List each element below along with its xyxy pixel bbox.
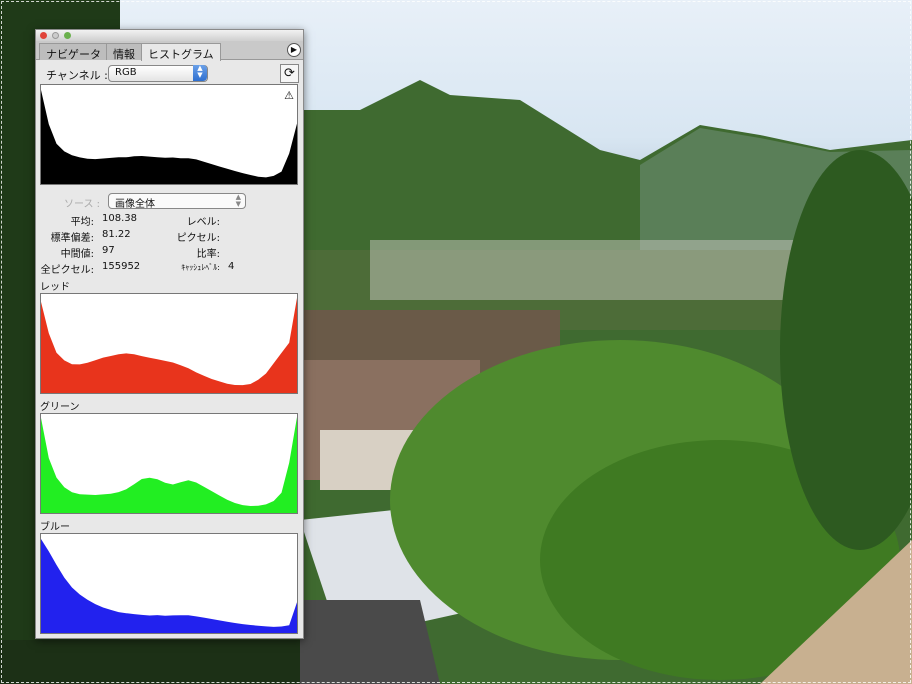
histogram-green-area xyxy=(41,417,297,513)
median-label: 中間値: xyxy=(60,249,94,260)
source-value: 画像全体 xyxy=(115,199,155,210)
tab-histogram[interactable]: ヒストグラム xyxy=(141,43,221,61)
refresh-icon: ⟳ xyxy=(284,66,295,81)
mean-label: 平均: xyxy=(70,217,94,228)
median-value: 97 xyxy=(102,245,115,256)
cache-warning-icon[interactable]: ⚠ xyxy=(284,89,294,102)
panel-menu-button[interactable]: ▶ xyxy=(287,43,301,57)
percentile-label: 比率: xyxy=(196,249,220,260)
channel-label: チャンネル : xyxy=(46,69,108,82)
histogram-red-area xyxy=(41,298,297,393)
green-label: グリーン xyxy=(40,402,80,413)
histogram-panel: ナビゲータ 情報 ヒストグラム ▶ チャンネル : RGB ▲ ▼ ⟳ ⚠ ソース… xyxy=(35,29,304,639)
red-label: レッド xyxy=(40,282,70,293)
histogram-red xyxy=(40,293,298,394)
histogram-rgb-chart xyxy=(41,90,297,184)
zoom-button[interactable] xyxy=(64,32,71,39)
source-label: ソース : xyxy=(64,199,101,210)
close-button[interactable] xyxy=(40,32,47,39)
panel-titlebar[interactable] xyxy=(36,30,303,41)
histogram-rgb-area xyxy=(41,90,297,184)
refresh-button[interactable]: ⟳ xyxy=(280,64,299,83)
tab-navigator[interactable]: ナビゲータ xyxy=(39,43,108,61)
minimize-button[interactable] xyxy=(52,32,59,39)
pixels-label: 全ピクセル: xyxy=(40,265,94,276)
histogram-green-chart xyxy=(41,417,297,513)
cache-level-value: 4 xyxy=(228,261,235,272)
panel-tabs: ナビゲータ 情報 ヒストグラム ▶ xyxy=(36,41,303,61)
histogram-green xyxy=(40,413,298,514)
level-label: レベル: xyxy=(186,217,220,228)
histogram-blue xyxy=(40,533,298,634)
std-label: 標準偏差: xyxy=(50,233,94,244)
std-value: 81.22 xyxy=(102,229,131,240)
histogram-red-chart xyxy=(41,298,297,393)
histogram-composite: ⚠ xyxy=(40,84,298,185)
channel-select[interactable]: RGB ▲ ▼ xyxy=(108,65,208,82)
count-label: ピクセル: xyxy=(176,233,220,244)
updown-arrows-icon: ▲ ▼ xyxy=(235,193,241,208)
cache-level-label: ｷｬｯｼｭﾚﾍﾞﾙ: xyxy=(181,263,220,272)
updown-arrows-icon: ▲ ▼ xyxy=(193,65,207,81)
histogram-blue-area xyxy=(41,539,297,633)
channel-value: RGB xyxy=(115,67,137,78)
triangle-right-icon: ▶ xyxy=(290,45,298,54)
mean-value: 108.38 xyxy=(102,213,137,224)
pixels-value: 155952 xyxy=(102,261,141,272)
tab-info[interactable]: 情報 xyxy=(106,43,142,61)
histogram-blue-chart xyxy=(41,539,297,633)
blue-label: ブルー xyxy=(40,522,70,533)
source-select[interactable]: 画像全体 ▲ ▼ xyxy=(108,193,246,210)
